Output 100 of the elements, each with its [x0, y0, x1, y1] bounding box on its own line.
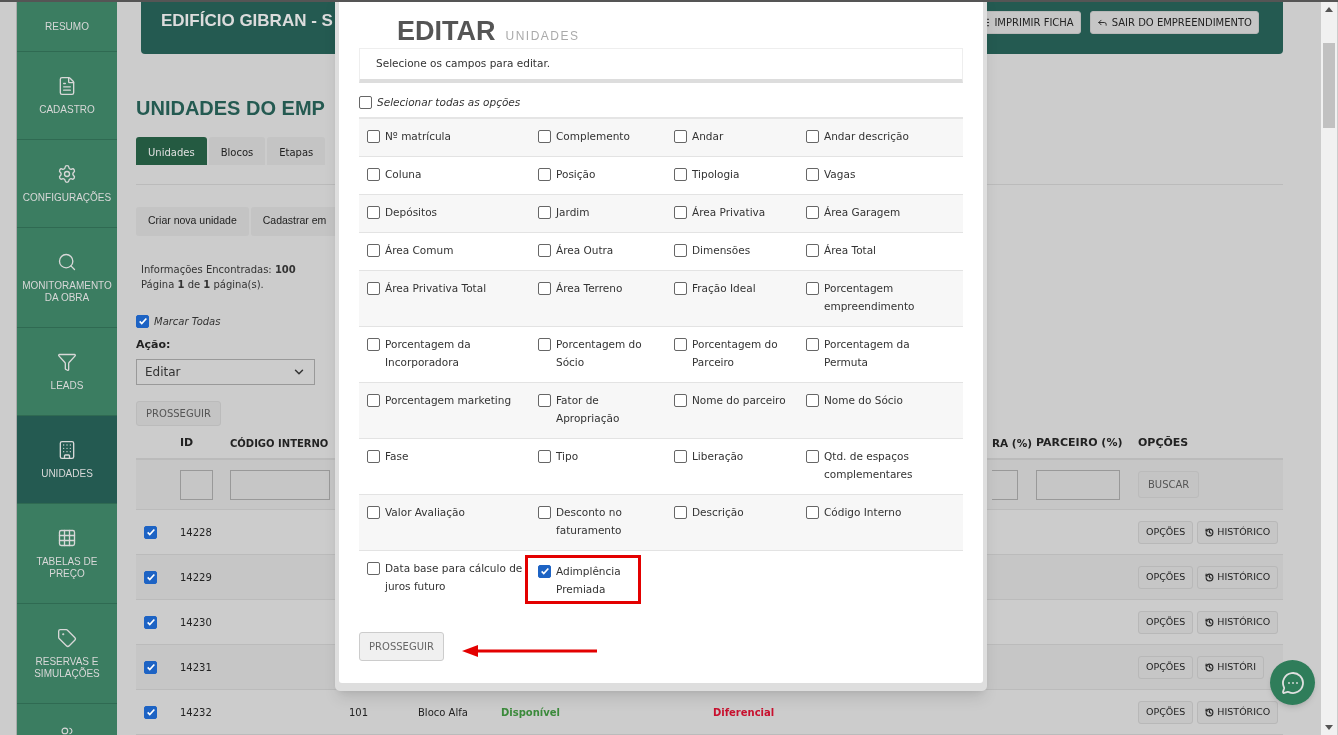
field-label: Área Terreno [556, 280, 623, 296]
checkbox[interactable] [144, 705, 157, 719]
checkbox[interactable] [806, 505, 819, 519]
checkbox[interactable] [367, 505, 380, 519]
search-button[interactable]: BUSCAR [1138, 471, 1200, 498]
checkbox[interactable] [538, 564, 551, 578]
field-label: Área Total [824, 242, 877, 258]
partner-filter-input[interactable] [1036, 469, 1120, 500]
checkbox[interactable] [674, 337, 687, 351]
history-button[interactable]: HISTÓRICO [1197, 520, 1279, 544]
checkbox[interactable] [806, 393, 819, 407]
checkbox[interactable] [674, 505, 687, 519]
options-button[interactable]: OPÇÕES [1138, 700, 1194, 724]
checkbox[interactable] [806, 281, 819, 295]
chat-button[interactable] [1270, 660, 1315, 705]
checkbox[interactable] [806, 449, 819, 463]
checkbox[interactable] [674, 205, 687, 219]
checkbox[interactable] [538, 205, 551, 219]
table-cell-text: 14232 [180, 705, 213, 720]
checkbox[interactable] [538, 243, 551, 257]
column-header: ID [180, 435, 195, 452]
table-cell-text: 14230 [180, 615, 213, 630]
checkbox[interactable] [806, 205, 819, 219]
checkbox[interactable] [806, 243, 819, 257]
options-button[interactable]: OPÇÕES [1138, 655, 1194, 679]
checkbox[interactable] [538, 167, 551, 181]
checkbox[interactable] [144, 570, 157, 584]
checkbox[interactable] [674, 167, 687, 181]
checkbox[interactable] [674, 243, 687, 257]
field-label: Descrição [692, 504, 744, 520]
checkbox[interactable] [806, 337, 819, 351]
action-button[interactable]: Criar nova unidade [136, 206, 249, 236]
options-button[interactable]: OPÇÕES [1138, 610, 1194, 634]
checkbox[interactable] [674, 449, 687, 463]
history-icon [1205, 617, 1215, 627]
options-button[interactable]: OPÇÕES [1138, 520, 1194, 544]
checkbox[interactable] [674, 129, 687, 143]
status-text: Disponível [501, 706, 560, 718]
checkbox[interactable] [367, 281, 380, 295]
checkbox[interactable] [367, 243, 380, 257]
funnel-icon [57, 351, 77, 372]
checkbox[interactable] [674, 281, 687, 295]
checkbox[interactable] [144, 615, 157, 629]
checkbox[interactable] [538, 129, 551, 143]
column-header: OPÇÕES [1138, 435, 1190, 452]
checkbox[interactable] [806, 167, 819, 181]
checkbox[interactable] [538, 449, 551, 463]
field-label: Andar [692, 128, 724, 144]
field-label: Desconto no faturamento [556, 504, 623, 538]
action-select[interactable]: Editar [136, 359, 315, 386]
options-button[interactable]: OPÇÕES [1138, 565, 1194, 589]
field-label: Adimplência Premiada [556, 563, 622, 597]
field-label: Área Outra [556, 242, 614, 258]
history-icon [1205, 572, 1215, 582]
field-label: Fase [385, 448, 409, 464]
history-button[interactable]: HISTÓRICO [1197, 700, 1279, 724]
grid-icon [57, 527, 77, 548]
checkbox[interactable] [538, 505, 551, 519]
filter-input[interactable] [992, 469, 1018, 500]
column-header: RA (%) [991, 435, 1033, 451]
checkbox[interactable] [806, 129, 819, 143]
column-header: CÓDIGO INTERNO [230, 436, 330, 451]
field-label: Coluna [385, 166, 422, 182]
history-button[interactable]: HISTÓRICO [1197, 610, 1279, 634]
id-filter-input[interactable] [180, 469, 213, 500]
field-label: Nome do Sócio [824, 392, 903, 408]
sidebar-item[interactable]: UNIDADES [17, 416, 117, 504]
column-header: PARCEIRO (%) [1036, 435, 1124, 452]
checkbox[interactable] [367, 167, 380, 181]
checkbox[interactable] [367, 449, 380, 463]
checkbox[interactable] [367, 205, 380, 219]
select-all-label: Selecionar todas as opções [377, 95, 521, 110]
checkbox[interactable] [367, 129, 380, 143]
checkbox[interactable] [144, 660, 157, 674]
checkbox[interactable] [674, 393, 687, 407]
checkbox[interactable] [367, 393, 380, 407]
field-label: Jardim [556, 204, 590, 220]
checkbox[interactable] [144, 525, 157, 539]
tab[interactable]: Etapas [267, 137, 326, 165]
checkbox[interactable] [538, 393, 551, 407]
table-cell-text: 14231 [180, 660, 213, 675]
proceed-button[interactable]: PROSSEGUIR [359, 631, 444, 661]
field-label: Nome do parceiro [692, 392, 786, 408]
history-icon [1205, 662, 1215, 672]
checkbox[interactable] [359, 96, 372, 110]
tab[interactable]: Unidades [136, 137, 207, 165]
proceed-button[interactable]: PROSSEGUIR [136, 401, 221, 426]
exit-button[interactable]: SAIR DO EMPREENDIMENTO [1089, 11, 1259, 34]
checkbox[interactable] [136, 314, 149, 328]
checkbox[interactable] [367, 561, 380, 575]
action-button[interactable]: Cadastrar em [250, 206, 338, 236]
code-filter-input[interactable] [230, 469, 330, 500]
field-label: Tipologia [692, 166, 740, 182]
tag-icon [57, 627, 77, 648]
checkbox[interactable] [538, 281, 551, 295]
history-button[interactable]: HISTÓRICO [1197, 565, 1279, 589]
history-button[interactable]: HISTÓRI [1197, 655, 1265, 679]
tab[interactable]: Blocos [208, 137, 266, 165]
checkbox[interactable] [367, 337, 380, 351]
checkbox[interactable] [538, 337, 551, 351]
